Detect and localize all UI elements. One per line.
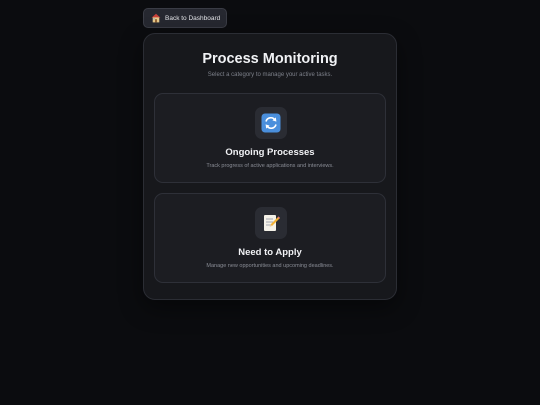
page-subtitle: Select a category to manage your active …: [207, 72, 333, 78]
page-title: Process Monitoring: [202, 51, 338, 67]
card-title: Ongoing Processes: [225, 147, 315, 158]
process-monitoring-panel: Process Monitoring Select a category to …: [143, 33, 397, 300]
card-title: Need to Apply: [238, 247, 302, 258]
card-description: Track progress of active applications an…: [206, 163, 334, 169]
ongoing-processes-card[interactable]: Ongoing Processes Track progress of acti…: [154, 93, 386, 183]
card-description: Manage new opportunities and upcoming de…: [206, 263, 334, 269]
back-button-label: Back to Dashboard: [165, 14, 221, 22]
need-to-apply-card[interactable]: Need to Apply Manage new opportunities a…: [154, 193, 386, 283]
memo-icon: [255, 207, 287, 239]
refresh-icon: [255, 107, 287, 139]
home-icon: [151, 13, 161, 23]
back-to-dashboard-button[interactable]: Back to Dashboard: [143, 8, 227, 28]
